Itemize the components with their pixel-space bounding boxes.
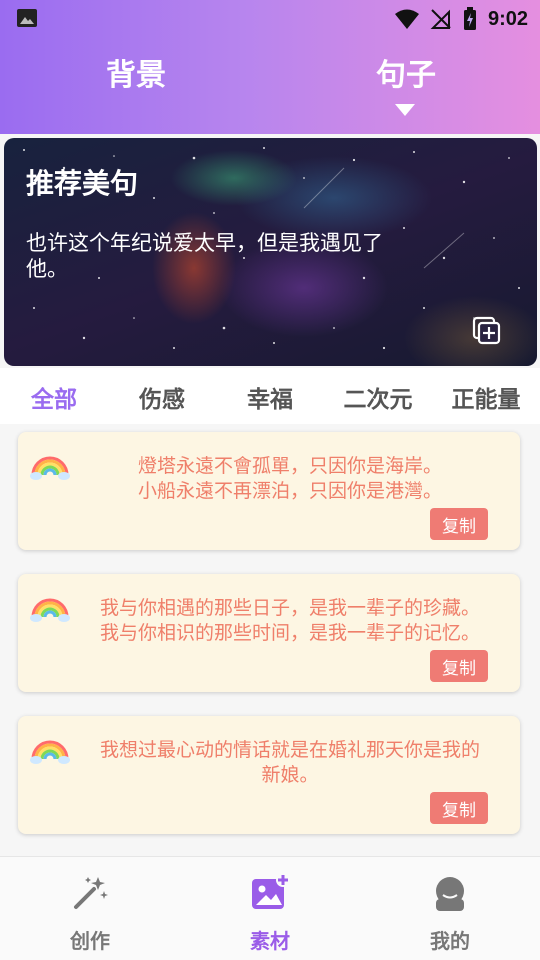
copy-button[interactable]: 复制 [430, 508, 488, 540]
status-bar: 9:02 [0, 0, 540, 36]
category-sad[interactable]: 伤感 [112, 380, 212, 414]
nav-create[interactable]: 创作 [30, 873, 150, 954]
sentence-line: 我与你相遇的那些日子，是我一辈子的珍藏。 [99, 597, 480, 619]
add-collection-icon[interactable] [472, 316, 502, 346]
magic-wand-icon [74, 877, 108, 909]
sentence-line: 燈塔永遠不會孤單，只因你是海岸。 [137, 455, 442, 477]
sentence-text: 燈塔永遠不會孤單，只因你是海岸。 小船永遠不再漂泊，只因你是港灣。 [80, 454, 500, 504]
status-time: 9:02 [487, 7, 528, 30]
sentence-text: 我与你相遇的那些日子，是我一辈子的珍藏。 我与你相识的那些时间，是我一辈子的记忆… [80, 596, 500, 646]
sentence-line: 我与你相识的那些时间，是我一辈子的记忆。 [99, 622, 480, 644]
no-signal-icon [430, 9, 451, 29]
tab-background[interactable]: 背景 [56, 50, 216, 94]
copy-button[interactable]: 复制 [430, 792, 488, 824]
user-avatar-icon [436, 877, 464, 911]
active-tab-indicator [395, 104, 415, 116]
recommend-banner[interactable]: 推荐美句 也许这个年纪说爱太早，但是我遇见了他。 [4, 138, 537, 366]
sentence-line: 小船永遠不再漂泊，只因你是港灣。 [137, 480, 442, 502]
nav-profile[interactable]: 我的 [390, 873, 510, 954]
gallery-icon [17, 9, 37, 27]
sentence-card: 我与你相遇的那些日子，是我一辈子的珍藏。 我与你相识的那些时间，是我一辈子的记忆… [18, 574, 520, 692]
sentence-text: 我想过最心动的情话就是在婚礼那天你是我的 新娘。 [80, 738, 500, 788]
top-tabs: 背景 句子 [0, 44, 540, 124]
wifi-icon [394, 9, 419, 29]
sentence-line: 新娘。 [261, 764, 319, 786]
rainbow-icon [30, 456, 70, 480]
sentence-list: 燈塔永遠不會孤單，只因你是海岸。 小船永遠不再漂泊，只因你是港灣。 复制 我与你… [0, 424, 540, 856]
header: 9:02 背景 句子 [0, 0, 540, 134]
sentence-line: 我想过最心动的情话就是在婚礼那天你是我的 [99, 739, 480, 761]
image-add-icon [252, 873, 290, 909]
nav-label: 素材 [250, 929, 290, 953]
battery-charging-icon [463, 7, 476, 30]
nav-label: 创作 [70, 929, 110, 953]
banner-title: 推荐美句 [26, 167, 139, 200]
bottom-nav: 创作 素材 我的 [0, 856, 540, 960]
category-anime[interactable]: 二次元 [328, 380, 428, 414]
category-happy[interactable]: 幸福 [220, 380, 320, 414]
rainbow-icon [30, 740, 70, 764]
banner-quote: 也许这个年纪说爱太早，但是我遇见了他。 [26, 231, 383, 281]
nav-materials[interactable]: 素材 [210, 873, 330, 954]
copy-button[interactable]: 复制 [430, 650, 488, 682]
category-all[interactable]: 全部 [4, 380, 104, 414]
status-icons: 9:02 [394, 6, 528, 32]
sentence-card: 燈塔永遠不會孤單，只因你是海岸。 小船永遠不再漂泊，只因你是港灣。 复制 [18, 432, 520, 550]
tab-sentences[interactable]: 句子 [326, 50, 486, 94]
category-tabs: 全部 伤感 幸福 二次元 正能量 [0, 368, 540, 424]
nav-label: 我的 [430, 929, 470, 953]
category-positive[interactable]: 正能量 [436, 380, 536, 414]
rainbow-icon [30, 598, 70, 622]
sentence-card: 我想过最心动的情话就是在婚礼那天你是我的 新娘。 复制 [18, 716, 520, 834]
